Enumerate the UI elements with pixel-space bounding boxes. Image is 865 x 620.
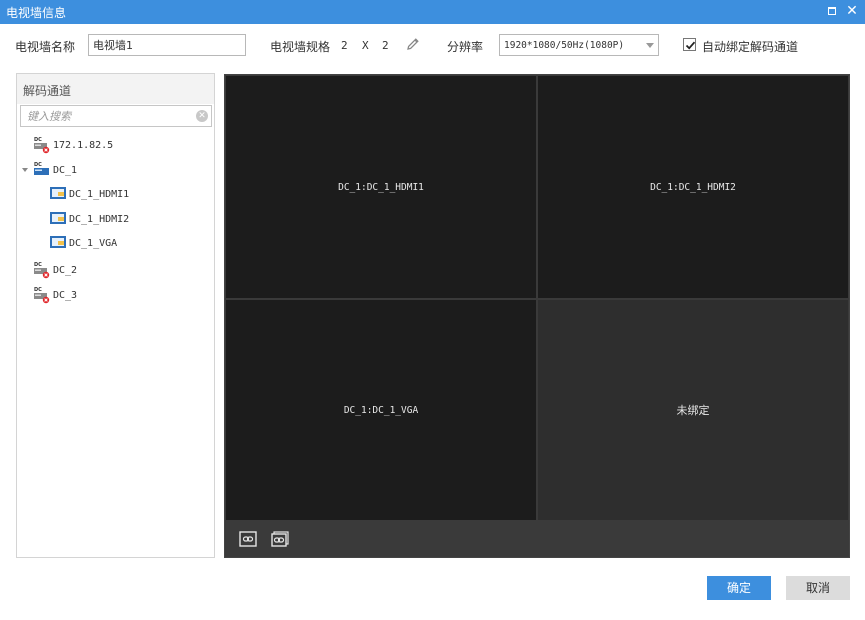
tree-item-channel-hdmi1[interactable]: DC_1_HDMI1 (49, 184, 129, 204)
tree-item-device-172-1-82-5[interactable]: DC 172.1.82.5 (33, 135, 113, 155)
maximize-button[interactable] (824, 3, 840, 19)
decode-channel-panel: 解码通道 ✕ DC 172.1.82.5 DC DC_1 DC_1_HDMI1 (16, 73, 215, 558)
auto-bind-label[interactable]: 自动绑定解码通道 (702, 38, 798, 55)
resolution-label: 分辨率 (447, 40, 484, 54)
panel-title: 解码通道 (23, 84, 72, 98)
decoder-offline-icon: DC (34, 262, 50, 279)
auto-bind-checkbox[interactable] (683, 38, 696, 51)
resolution-select[interactable]: 1920*1080/50Hz(1080P) (499, 34, 659, 56)
resolution-value: 1920*1080/50Hz(1080P) (504, 40, 625, 51)
wall-spec-separator: X (362, 39, 369, 52)
svg-text:DC: DC (34, 137, 42, 143)
tree-item-device-dc-3[interactable]: DC DC_3 (33, 285, 77, 305)
panel-header: 解码通道 (17, 74, 214, 104)
monitor-channel-icon (50, 212, 66, 224)
decoder-offline-icon: DC (34, 137, 50, 154)
wall-cell-label: DC_1:DC_1_HDMI1 (338, 181, 424, 193)
bind-channels-icon[interactable] (239, 531, 257, 547)
window-title: 电视墙信息 (6, 6, 67, 20)
svg-text:DC: DC (34, 162, 42, 168)
video-wall-grid: DC_1:DC_1_HDMI1 DC_1:DC_1_HDMI2 DC_1:DC_… (224, 74, 850, 558)
tree-item-label: DC_1 (53, 164, 78, 176)
tree-item-label: DC_2 (53, 264, 78, 276)
tree-item-label: DC_1_HDMI2 (69, 213, 130, 225)
tree-item-channel-vga[interactable]: DC_1_VGA (49, 233, 117, 253)
clear-search-icon[interactable]: ✕ (196, 110, 208, 122)
edit-pencil-icon[interactable] (405, 36, 421, 52)
channel-search-box: ✕ (20, 105, 212, 127)
cancel-button[interactable]: 取消 (786, 576, 850, 600)
tree-item-label: 172.1.82.5 (53, 139, 114, 151)
wall-cell-1[interactable]: DC_1:DC_1_HDMI1 (226, 76, 536, 298)
tree-item-label: DC_1_HDMI1 (69, 188, 130, 200)
tree-expand-icon[interactable] (22, 168, 28, 172)
tree-item-channel-hdmi2[interactable]: DC_1_HDMI2 (49, 209, 129, 229)
svg-text:DC: DC (34, 287, 42, 293)
unbind-channels-icon[interactable] (271, 531, 289, 547)
tree-item-device-dc-1[interactable]: DC DC_1 (33, 160, 77, 180)
wall-spec-label: 电视墙规格 (270, 40, 331, 54)
wall-name-input[interactable] (88, 34, 246, 56)
checkmark-icon (685, 41, 696, 50)
wall-cols-value[interactable]: 2 (382, 39, 389, 52)
wall-cell-label: DC_1:DC_1_VGA (343, 404, 419, 416)
decoder-online-icon: DC (34, 162, 49, 175)
wall-cell-label: 未绑定 (676, 404, 710, 417)
confirm-button[interactable]: 确定 (707, 576, 771, 600)
wall-cell-label: DC_1:DC_1_HDMI2 (650, 181, 736, 193)
wall-cell-3[interactable]: DC_1:DC_1_VGA (226, 300, 536, 520)
wall-name-label: 电视墙名称 (15, 40, 76, 54)
monitor-channel-icon (50, 187, 66, 199)
wall-toolbar (225, 521, 849, 557)
title-bar: 电视墙信息 ✕ (0, 0, 865, 24)
channel-search-input[interactable] (21, 106, 191, 126)
close-icon: ✕ (846, 3, 858, 19)
wall-cell-4[interactable]: 未绑定 (538, 300, 848, 520)
monitor-channel-icon (50, 236, 66, 248)
tree-item-label: DC_1_VGA (69, 237, 118, 249)
wall-rows-value[interactable]: 2 (341, 39, 348, 52)
svg-text:DC: DC (34, 262, 42, 268)
maximize-icon (828, 7, 836, 15)
tree-item-label: DC_3 (53, 289, 78, 301)
decoder-offline-icon: DC (34, 287, 50, 304)
dropdown-arrow-icon (646, 43, 654, 48)
tree-item-device-dc-2[interactable]: DC DC_2 (33, 260, 77, 280)
wall-cell-2[interactable]: DC_1:DC_1_HDMI2 (538, 76, 848, 298)
close-button[interactable]: ✕ (844, 3, 860, 19)
